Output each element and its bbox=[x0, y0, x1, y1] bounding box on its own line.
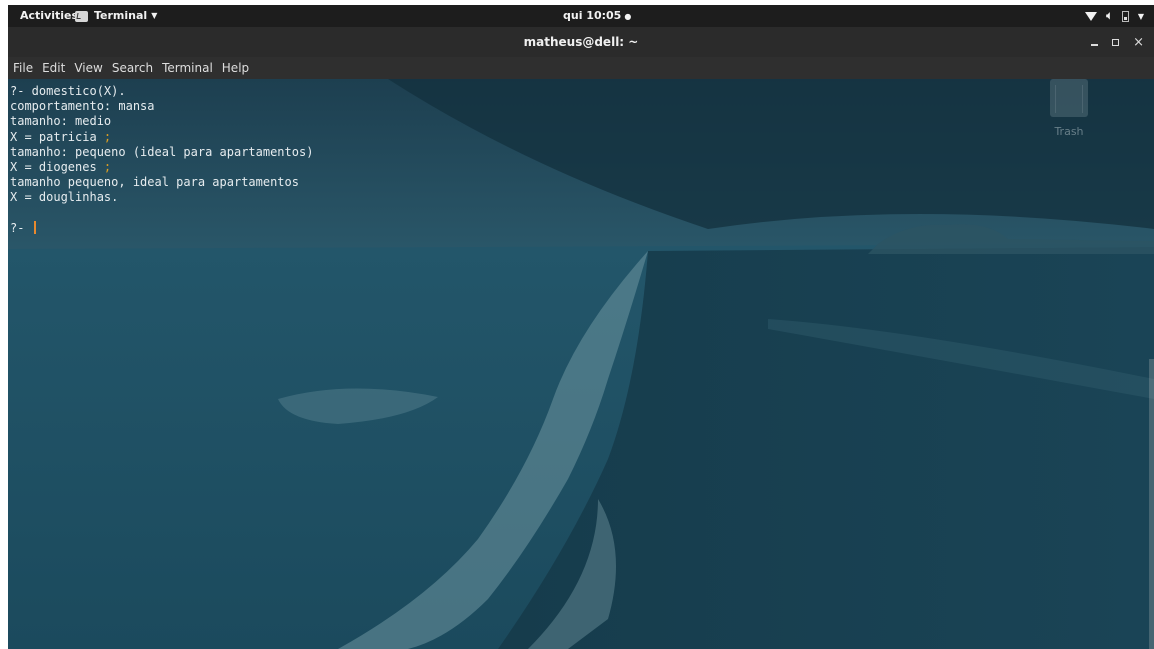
text-cursor bbox=[33, 220, 36, 234]
top-bar: Activities Terminal ▼ qui 10:05 ● 🔈︎ ▼ bbox=[8, 5, 1154, 27]
notification-dot-icon: ● bbox=[624, 12, 632, 21]
system-menu-chevron-icon: ▼ bbox=[1137, 11, 1144, 21]
semicolon-prompt: ; bbox=[103, 129, 112, 144]
menu-edit[interactable]: Edit bbox=[42, 61, 65, 75]
semicolon-prompt: ; bbox=[103, 159, 112, 174]
minimize-button[interactable] bbox=[1091, 44, 1099, 46]
prompt-text: ?- bbox=[10, 220, 32, 235]
terminal-line: X = douglinhas. bbox=[10, 190, 119, 205]
chevron-down-icon: ▼ bbox=[151, 11, 158, 20]
menu-search[interactable]: Search bbox=[112, 61, 153, 75]
window-controls: × bbox=[1091, 27, 1144, 57]
terminal-line: tamanho: pequeno (ideal para apartamento… bbox=[10, 144, 314, 159]
battery-icon bbox=[1121, 10, 1129, 22]
terminal-line: X = diogenes ; bbox=[10, 160, 313, 175]
prompt-line: ?- bbox=[10, 220, 313, 236]
menu-file[interactable]: File bbox=[13, 61, 33, 75]
trash-icon bbox=[1050, 79, 1088, 117]
window-title: matheus@dell: ~ bbox=[523, 35, 639, 49]
close-button[interactable]: × bbox=[1133, 36, 1144, 49]
maximize-button[interactable] bbox=[1112, 38, 1120, 46]
system-tray[interactable]: 🔈︎ ▼ bbox=[1085, 5, 1144, 27]
clock-button[interactable]: qui 10:05 ● bbox=[563, 5, 631, 27]
app-menu-label: Terminal bbox=[94, 9, 148, 22]
terminal-app-icon bbox=[75, 10, 88, 22]
terminal-output[interactable]: ?- domestico(X). comportamento: mansa tama… bbox=[10, 84, 313, 236]
menu-bar: File Edit View Search Terminal Help bbox=[8, 57, 1154, 79]
terminal-scrollbar[interactable] bbox=[1149, 359, 1154, 649]
terminal-line: comportamento: mansa bbox=[10, 99, 155, 114]
volume-icon: 🔈︎ bbox=[1106, 9, 1113, 22]
terminal-line: tamanho pequeno, ideal para apartamentos bbox=[10, 175, 299, 190]
wifi-icon bbox=[1085, 11, 1098, 21]
terminal-line-text: X = patricia bbox=[10, 129, 104, 144]
menu-help[interactable]: Help bbox=[222, 61, 249, 75]
trash-label: Trash bbox=[1054, 125, 1084, 138]
terminal-area[interactable]: Trash ?- domestico(X). comportamento: man… bbox=[8, 79, 1154, 649]
terminal-line-text: X = diogenes bbox=[10, 159, 104, 174]
clock-label: qui 10:05 bbox=[563, 9, 622, 22]
terminal-line: tamanho: medio bbox=[10, 114, 112, 129]
menu-terminal[interactable]: Terminal bbox=[162, 61, 213, 75]
terminal-line: ?- domestico(X). bbox=[10, 84, 126, 98]
terminal-line: X = patricia ; bbox=[10, 130, 313, 145]
app-menu-button[interactable]: Terminal ▼ bbox=[75, 5, 157, 27]
desktop-trash[interactable]: Trash bbox=[1049, 79, 1089, 138]
activities-button[interactable]: Activities bbox=[20, 5, 78, 27]
menu-view[interactable]: View bbox=[74, 61, 102, 75]
window-title-bar[interactable]: matheus@dell: ~ × bbox=[8, 27, 1154, 57]
